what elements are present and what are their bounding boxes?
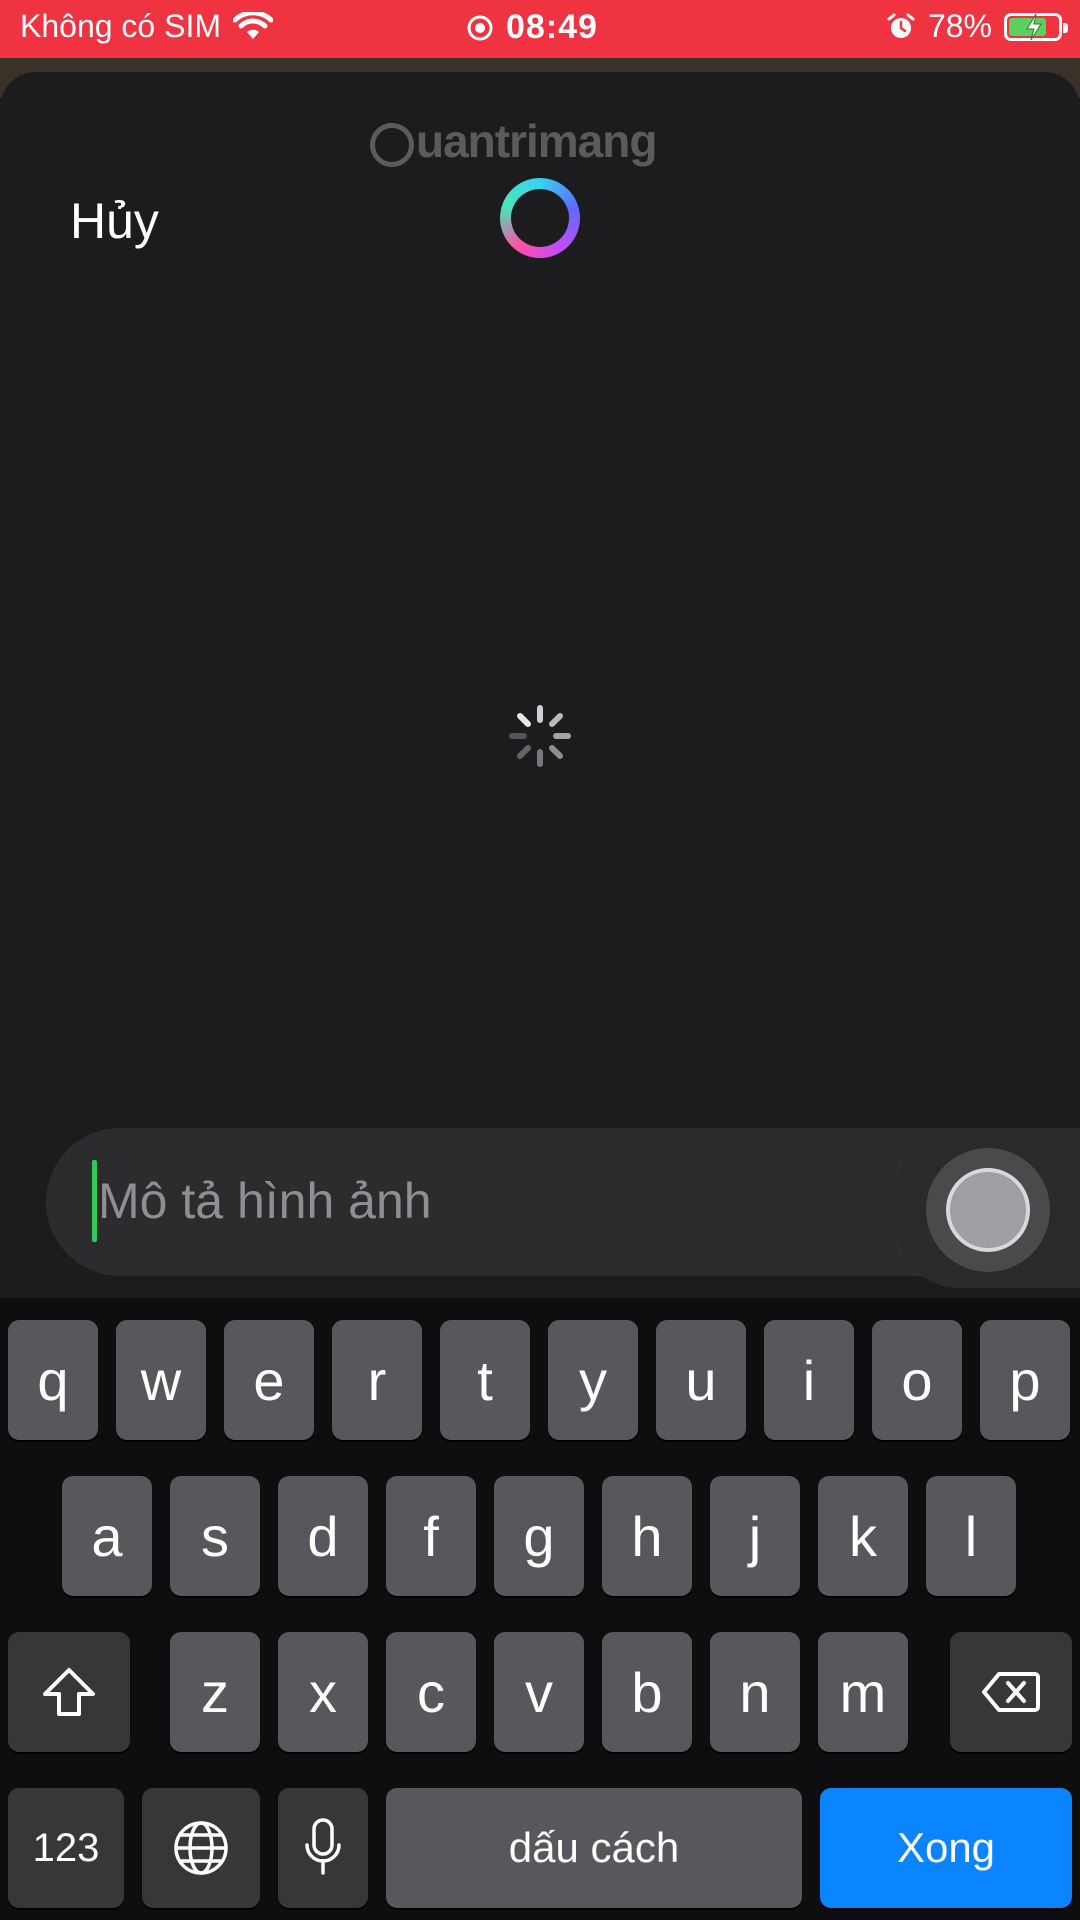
globe-key[interactable] [142, 1788, 260, 1908]
screen-record-icon [467, 15, 493, 40]
key-l[interactable]: l [926, 1476, 1016, 1596]
key-t[interactable]: t [440, 1320, 530, 1440]
status-bar: Không có SIM 08:49 78% [0, 0, 1080, 58]
status-left: Không có SIM [20, 8, 273, 45]
key-y[interactable]: y [548, 1320, 638, 1440]
status-center: 08:49 [466, 8, 598, 47]
prompt-placeholder: Mô tả hình ảnh [98, 1173, 432, 1229]
alarm-icon [887, 13, 915, 38]
wifi-icon [233, 11, 273, 39]
clock: 08:49 [506, 8, 598, 46]
key-u[interactable]: u [656, 1320, 746, 1440]
key-g[interactable]: g [494, 1476, 584, 1596]
battery-charging-icon [1004, 12, 1068, 41]
shift-icon [43, 1668, 95, 1716]
key-d[interactable]: d [278, 1476, 368, 1596]
key-k[interactable]: k [818, 1476, 908, 1596]
backspace-icon [982, 1672, 1040, 1712]
loading-spinner-icon [509, 705, 571, 767]
key-a[interactable]: a [62, 1476, 152, 1596]
dictation-key[interactable] [278, 1788, 368, 1908]
key-n[interactable]: n [710, 1632, 800, 1752]
battery-percent: 78% [927, 8, 992, 44]
key-w[interactable]: w [116, 1320, 206, 1440]
shift-key[interactable] [8, 1632, 130, 1752]
delete-key[interactable] [950, 1632, 1072, 1752]
done-key[interactable]: Xong [820, 1788, 1072, 1908]
carrier-label: Không có SIM [20, 8, 221, 44]
key-x[interactable]: x [278, 1632, 368, 1752]
status-right: 78% [886, 8, 1068, 45]
key-i[interactable]: i [764, 1320, 854, 1440]
key-r[interactable]: r [332, 1320, 422, 1440]
key-s[interactable]: s [170, 1476, 260, 1596]
key-j[interactable]: j [710, 1476, 800, 1596]
key-h[interactable]: h [602, 1476, 692, 1596]
siri-icon [500, 178, 580, 258]
key-p[interactable]: p [980, 1320, 1070, 1440]
cancel-button[interactable]: Hủy [70, 192, 159, 250]
key-z[interactable]: z [170, 1632, 260, 1752]
key-v[interactable]: v [494, 1632, 584, 1752]
key-q[interactable]: q [8, 1320, 98, 1440]
prompt-input[interactable]: Mô tả hình ảnh [46, 1128, 1046, 1276]
space-key[interactable]: dấu cách [386, 1788, 802, 1908]
key-o[interactable]: o [872, 1320, 962, 1440]
globe-icon [174, 1821, 228, 1875]
keyboard: q w e r t y u i o p a s d f g h j k l z … [0, 1298, 1080, 1920]
submit-button[interactable] [926, 1148, 1050, 1272]
key-b[interactable]: b [602, 1632, 692, 1752]
text-caret [92, 1160, 97, 1242]
key-e[interactable]: e [224, 1320, 314, 1440]
watermark-logo-icon [370, 122, 414, 167]
key-c[interactable]: c [386, 1632, 476, 1752]
key-f[interactable]: f [386, 1476, 476, 1596]
numbers-key[interactable]: 123 [8, 1788, 124, 1908]
microphone-icon [305, 1818, 341, 1875]
watermark: uantrimang [370, 114, 657, 168]
key-m[interactable]: m [818, 1632, 908, 1752]
